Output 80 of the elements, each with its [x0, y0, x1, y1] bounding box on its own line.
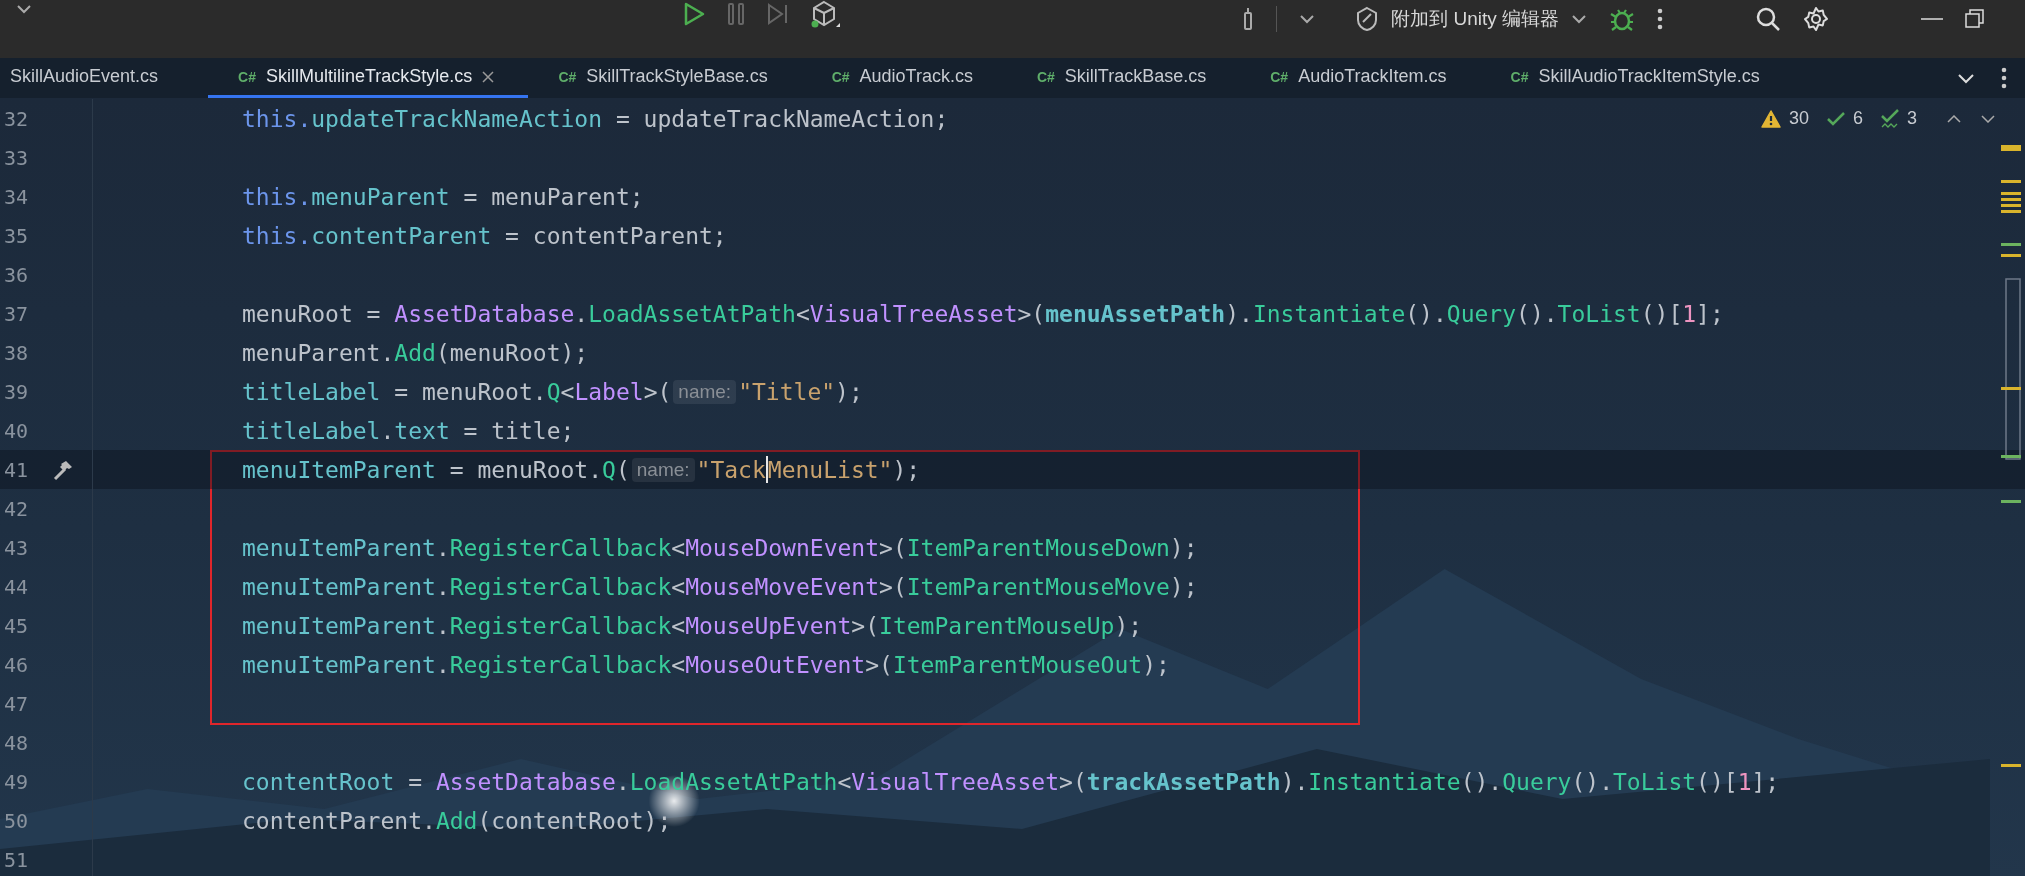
more-options-icon[interactable]	[1657, 8, 1663, 30]
line-number: 50	[2, 808, 28, 833]
file-type-label: C#	[1270, 68, 1289, 85]
run-icon[interactable]	[682, 1, 706, 27]
tab-label: SkillTrackStyleBase.cs	[586, 66, 768, 87]
more-options-icon[interactable]	[2001, 67, 2007, 89]
code-line: contentParent.Add(contentRoot);	[242, 807, 672, 834]
code-line: this.menuParent = menuParent;	[242, 183, 644, 210]
shield-icon	[1355, 6, 1380, 32]
line-number: 37	[2, 301, 28, 326]
chevron-down-icon	[1571, 14, 1587, 24]
settings-icon[interactable]	[1803, 6, 1829, 32]
editor-tab[interactable]: C# SkillTrackBase.cs	[1006, 58, 1241, 98]
file-type-label: C#	[558, 68, 577, 85]
file-type-label: C#	[1036, 68, 1055, 85]
restore-icon[interactable]	[1965, 9, 1985, 29]
warning-icon	[1760, 109, 1781, 128]
line-number: 41	[2, 457, 28, 482]
code-line: menuItemParent.RegisterCallback<MouseMoveEvent>(ItemParentMouseMove);	[242, 573, 1198, 600]
pause-icon[interactable]	[726, 2, 746, 26]
line-number: 39	[2, 379, 28, 404]
hammer-icon[interactable]	[52, 458, 74, 481]
inspection-count: 3	[1907, 108, 1917, 129]
line-number: 33	[2, 145, 28, 170]
check-icon	[1826, 111, 1845, 126]
line-number: 43	[2, 535, 28, 560]
line-number: 36	[2, 262, 28, 287]
code-line: this.updateTrackNameAction = updateTrackNameAction;	[242, 105, 949, 132]
close-icon[interactable]	[482, 70, 495, 83]
code-line: menuItemParent.RegisterCallback<MouseUpEvent>(ItemParentMouseUp);	[242, 612, 1143, 639]
file-type-label: C#	[1510, 68, 1529, 85]
line-number: 34	[2, 184, 28, 209]
line-number: 32	[2, 106, 28, 131]
inspection-widget[interactable]: 30 6 3	[1760, 108, 1995, 129]
line-number: 46	[2, 652, 28, 677]
pen-icon[interactable]	[1242, 7, 1255, 31]
line-number: 42	[2, 496, 28, 521]
line-number: 44	[2, 574, 28, 599]
tab-label: SkillMultilineTrackStyle.cs	[266, 66, 473, 87]
line-number: 45	[2, 613, 28, 638]
editor-tab[interactable]: C# SkillAudioTrackItemStyle.cs	[1480, 58, 1794, 98]
tab-label: SkillTrackBase.cs	[1064, 66, 1207, 87]
code-line: menuItemParent = menuRoot.Q( name: "TackMenuList");	[242, 456, 921, 483]
tab-label: SkillAudioEvent.cs	[10, 66, 159, 87]
spellcheck-icon	[1881, 108, 1899, 129]
line-number: 38	[2, 340, 28, 365]
file-type-label: C#	[831, 68, 850, 85]
file-type-label: C#	[238, 68, 256, 85]
chevron-down-icon[interactable]	[1299, 14, 1316, 24]
code-line: menuRoot = AssetDatabase.LoadAssetAtPath<VisualTreeAsset>(menuAssetPath).Instantiate().Query().ToList()[1];	[242, 300, 1724, 327]
code-line: menuItemParent.RegisterCallback<MouseDownEvent>(ItemParentMouseDown);	[242, 534, 1198, 561]
code-line: menuItemParent.RegisterCallback<MouseOutEvent>(ItemParentMouseOut);	[242, 651, 1170, 678]
line-number: 35	[2, 223, 28, 248]
code-line: menuParent.Add(menuRoot);	[242, 339, 589, 366]
attach-dropdown[interactable]: 附加到 Unity 编辑器	[1355, 6, 1587, 32]
tab-label: AudioTrackItem.cs	[1298, 66, 1447, 87]
minimize-icon[interactable]	[1921, 17, 1943, 21]
chevron-down-icon[interactable]	[16, 4, 32, 14]
unity-cube-icon[interactable]	[810, 0, 840, 28]
line-number: 47	[2, 691, 28, 716]
code-line: titleLabel = menuRoot.Q<Label>( name: "Title");	[242, 378, 863, 405]
inspection-count: 30	[1788, 108, 1809, 129]
code-line: titleLabel.text = title;	[242, 417, 575, 444]
tab-label: SkillAudioTrackItemStyle.cs	[1538, 66, 1760, 87]
chevron-up-icon[interactable]	[1947, 114, 1961, 123]
tab-label: AudioTrack.cs	[859, 66, 973, 87]
step-icon[interactable]	[766, 2, 790, 26]
chevron-down-icon[interactable]	[1981, 114, 1995, 123]
line-number: 51	[2, 847, 28, 872]
line-number: 49	[2, 769, 28, 794]
line-number: 48	[2, 730, 28, 755]
editor-tab[interactable]: C# AudioTrack.cs	[801, 58, 1007, 98]
inspection-count: 6	[1852, 108, 1863, 129]
search-icon[interactable]	[1755, 6, 1781, 32]
editor-tab[interactable]: C# SkillTrackStyleBase.cs	[528, 58, 802, 98]
editor-tab[interactable]: C# AudioTrackItem.cs	[1240, 58, 1481, 98]
line-number: 40	[2, 418, 28, 443]
editor-tab[interactable]: SkillAudioEvent.cs	[0, 58, 209, 98]
code-line: this.contentParent = contentParent;	[242, 222, 727, 249]
code-line: contentRoot = AssetDatabase.LoadAssetAtPath<VisualTreeAsset>(trackAssetPath).Instantiate().Query().ToList()[1];	[242, 768, 1780, 795]
